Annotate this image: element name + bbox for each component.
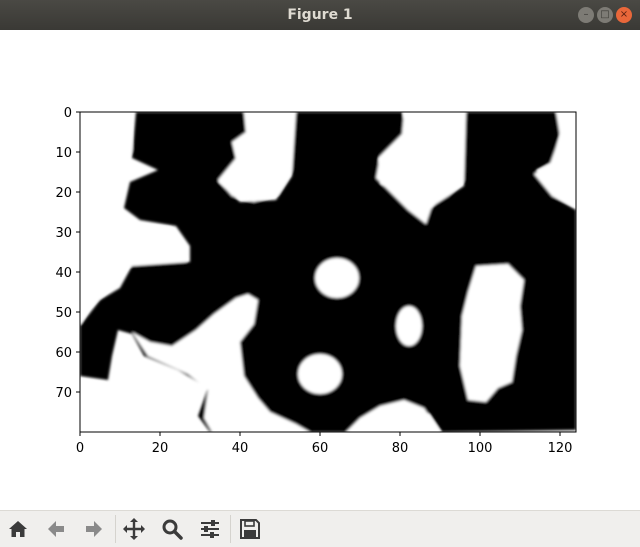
- minimize-button[interactable]: –: [578, 7, 594, 23]
- close-button[interactable]: ×: [616, 7, 632, 23]
- toolbar-separator: [115, 515, 116, 543]
- navigation-toolbar: [0, 510, 640, 547]
- maximize-icon: □: [600, 9, 610, 20]
- sliders-icon: [201, 520, 219, 538]
- window-titlebar: Figure 1 – □ ×: [0, 0, 640, 30]
- back-button[interactable]: [42, 515, 70, 543]
- y-tick-label: 30: [55, 226, 72, 241]
- x-tick-label: 120: [548, 441, 573, 456]
- y-tick-label: 10: [55, 146, 72, 161]
- toolbar-separator: [230, 515, 231, 543]
- y-tick-label: 20: [55, 186, 72, 201]
- x-tick-label: 40: [232, 441, 249, 456]
- figure-canvas[interactable]: 0 20 40 60 80 100 120 0 10 20 30 40 50 60 70: [0, 30, 640, 510]
- save-button[interactable]: [236, 515, 264, 543]
- forward-button[interactable]: [80, 515, 108, 543]
- arrow-left-icon: [48, 521, 64, 537]
- zoom-icon: [162, 519, 183, 540]
- y-tick-label: 70: [55, 386, 72, 401]
- y-tick-label: 0: [64, 106, 72, 121]
- floppy-icon: [240, 519, 260, 539]
- y-axis: 0 10 20 30 40 50 60 70: [55, 106, 80, 401]
- image-white-hole: [298, 354, 342, 394]
- close-icon: ×: [619, 9, 629, 20]
- image-white-hole: [396, 306, 422, 346]
- plot-svg: 0 20 40 60 80 100 120 0 10 20 30 40 50 60 70: [55, 106, 577, 456]
- home-button[interactable]: [4, 515, 32, 543]
- x-tick-label: 60: [312, 441, 329, 456]
- y-tick-label: 50: [55, 306, 72, 321]
- minimize-icon: –: [583, 9, 589, 20]
- y-tick-label: 60: [55, 346, 72, 361]
- move-icon: [123, 518, 145, 540]
- x-tick-label: 80: [392, 441, 409, 456]
- image-white-hole: [315, 258, 359, 298]
- x-axis: 0 20 40 60 80 100 120: [76, 432, 573, 456]
- x-tick-label: 20: [152, 441, 169, 456]
- window-title: Figure 1: [287, 7, 353, 23]
- configure-button[interactable]: [196, 515, 224, 543]
- x-tick-label: 0: [76, 441, 84, 456]
- maximize-button[interactable]: □: [597, 7, 613, 23]
- zoom-button[interactable]: [158, 515, 186, 543]
- home-icon: [9, 521, 27, 537]
- arrow-right-icon: [86, 521, 102, 537]
- image-axes: [79, 111, 577, 433]
- pan-button[interactable]: [120, 515, 148, 543]
- x-tick-label: 100: [468, 441, 493, 456]
- y-tick-label: 40: [55, 266, 72, 281]
